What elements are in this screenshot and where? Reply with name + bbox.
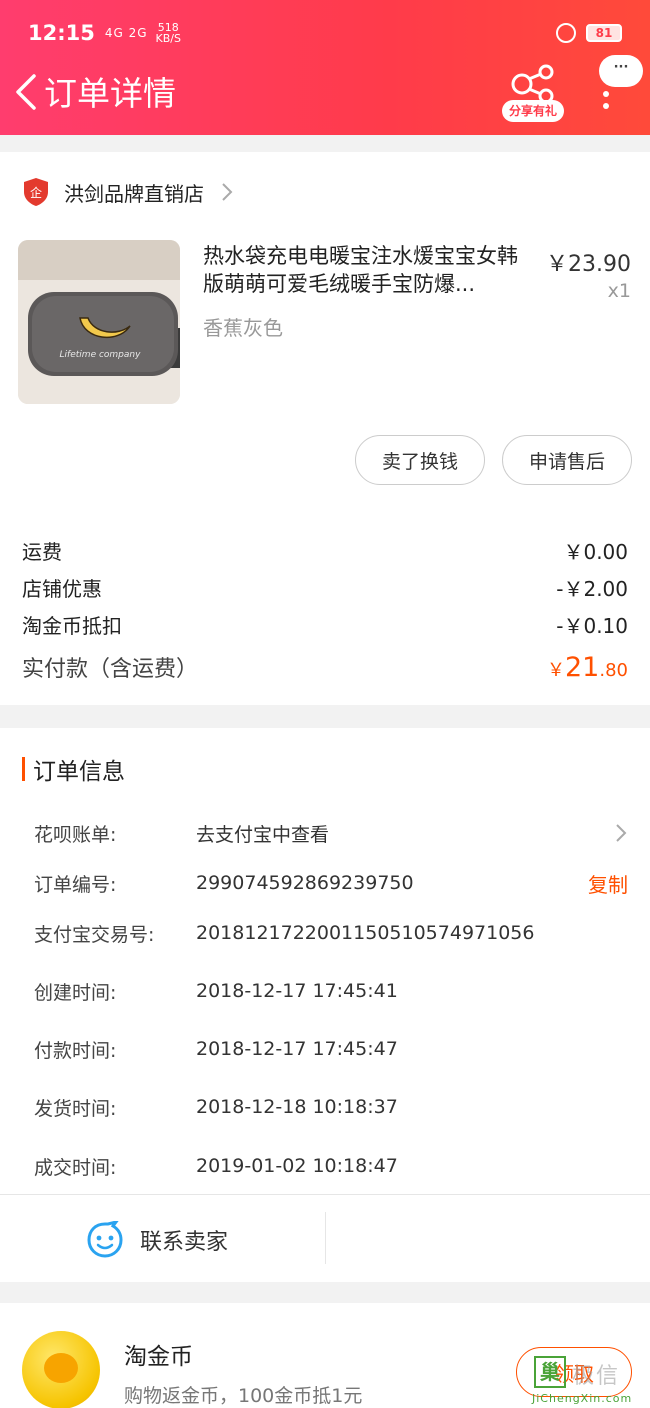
product-variant: 香蕉灰色	[203, 316, 283, 340]
shipping-fee-label: 运费	[22, 539, 62, 564]
share-label: 分享有礼	[502, 100, 564, 122]
chevron-right-icon	[616, 824, 627, 842]
shipping-fee-value: ￥0.00	[563, 539, 628, 564]
network-speed: 518 KB/S	[156, 22, 181, 44]
coin-description: 购物返金币，100金币抵1元	[124, 1385, 363, 1407]
section-accent-bar	[22, 757, 25, 781]
battery-indicator: 81	[586, 24, 622, 42]
signal-indicator: 4G 2G	[104, 26, 148, 40]
huabei-label: 花呗账单:	[34, 823, 117, 846]
after-sale-button[interactable]: 申请售后	[502, 435, 632, 485]
vertical-divider	[325, 1212, 326, 1264]
product-quantity: x1	[607, 280, 631, 302]
shipped-time-value: 2018-12-18 10:18:37	[196, 1096, 398, 1118]
svg-text:企: 企	[30, 185, 42, 200]
order-number-row: 订单编号: 299074592869239750 复制	[34, 868, 628, 898]
contact-seller-label: 联系卖家	[140, 1230, 229, 1255]
hot-water-bag-image: Lifetime company	[18, 240, 180, 404]
chevron-left-icon	[16, 74, 36, 110]
payment-time-label: 付款时间:	[34, 1039, 117, 1062]
app-header: 12:15 4G 2G 518 KB/S 81 订单详情 分享有礼 ···	[0, 0, 650, 135]
status-bar: 12:15 4G 2G 518 KB/S 81	[28, 18, 622, 48]
alipay-number-row: 支付宝交易号: 2018121722001150510574971056	[34, 918, 628, 948]
huabei-row[interactable]: 花呗账单: 去支付宝中查看	[34, 818, 628, 848]
coin-deduct-row: 淘金币抵扣 -￥0.10	[22, 609, 628, 639]
coin-title: 淘金币	[124, 1344, 193, 1370]
order-info-card: 订单信息 花呗账单: 去支付宝中查看 订单编号: 299074592869239…	[0, 728, 650, 1282]
paid-total-row: 实付款（含运费） ￥21.80	[22, 650, 628, 684]
product-price: ￥23.90	[546, 252, 631, 277]
shop-badge-icon: 企	[24, 178, 48, 206]
payment-time-row: 付款时间: 2018-12-17 17:45:47	[34, 1034, 628, 1064]
paid-total-label: 实付款（含运费）	[22, 657, 199, 682]
divider	[0, 1194, 650, 1195]
copy-button[interactable]: 复制	[588, 869, 628, 898]
created-time-label: 创建时间:	[34, 981, 117, 1004]
network-speed-unit: KB/S	[155, 32, 181, 45]
watermark-en-text: JiChengXin.com	[532, 1392, 633, 1405]
product-title[interactable]: 热水袋充电电暖宝注水煖宝宝女韩版萌萌可爱毛绒暖手宝防爆...	[203, 242, 528, 298]
payment-time-value: 2018-12-17 17:45:47	[196, 1038, 398, 1060]
contact-seller-button[interactable]: 联系卖家	[86, 1218, 228, 1262]
watermark-cn-text: 极信	[572, 1364, 621, 1389]
site-watermark: 巢 极信 JiChengXin.com	[532, 1352, 650, 1408]
shipping-fee-row: 运费 ￥0.00	[22, 535, 628, 565]
gold-coin-icon	[22, 1331, 100, 1408]
paid-currency: ￥	[547, 659, 565, 681]
shop-link[interactable]: 企 洪剑品牌直销店	[22, 176, 234, 208]
shop-discount-row: 店铺优惠 -￥2.00	[22, 572, 628, 602]
status-right: 81	[556, 23, 622, 43]
share-icon	[511, 64, 554, 104]
order-product-card: 企 洪剑品牌直销店 Lifetime company 热水袋充电电暖宝注水煖宝宝…	[0, 152, 650, 705]
coin-deduct-label: 淘金币抵扣	[22, 613, 122, 638]
huabei-value: 去支付宝中查看	[196, 823, 330, 846]
shop-discount-value: -￥2.00	[556, 576, 628, 601]
coin-deduct-value: -￥0.10	[556, 613, 628, 638]
paid-decimal: .80	[599, 659, 628, 681]
alarm-icon	[556, 23, 576, 43]
back-button[interactable]	[12, 72, 42, 112]
svg-text:Lifetime company: Lifetime company	[60, 350, 142, 360]
chat-face-icon	[87, 1221, 123, 1258]
chevron-right-icon	[222, 183, 233, 201]
alipay-number-label: 支付宝交易号:	[34, 923, 155, 946]
completed-time-value: 2019-01-02 10:18:47	[196, 1155, 398, 1177]
alipay-number-value: 2018121722001150510574971056	[196, 922, 535, 944]
message-bubble-button[interactable]: ···	[599, 55, 643, 87]
watermark-logo: 巢	[534, 1356, 566, 1388]
product-image[interactable]: Lifetime company	[18, 240, 180, 404]
shipped-time-row: 发货时间: 2018-12-18 10:18:37	[34, 1092, 628, 1122]
shop-discount-label: 店铺优惠	[22, 576, 102, 601]
order-info-header: 订单信息	[22, 752, 125, 786]
paid-total-amount: ￥21.80	[547, 652, 628, 683]
shop-name: 洪剑品牌直销店	[64, 181, 204, 206]
paid-integer: 21	[565, 651, 600, 683]
completed-time-label: 成交时间:	[34, 1156, 117, 1179]
completed-time-row: 成交时间: 2019-01-02 10:18:47	[34, 1151, 628, 1181]
created-time-row: 创建时间: 2018-12-17 17:45:41	[34, 976, 628, 1006]
order-number-label: 订单编号:	[34, 873, 117, 896]
created-time-value: 2018-12-17 17:45:41	[196, 980, 398, 1002]
status-time: 12:15	[28, 21, 95, 45]
sell-for-cash-button[interactable]: 卖了换钱	[355, 435, 485, 485]
shipped-time-label: 发货时间:	[34, 1097, 117, 1120]
page-title: 订单详情	[44, 74, 176, 113]
share-button[interactable]: 分享有礼	[500, 62, 566, 124]
section-title: 订单信息	[33, 759, 125, 785]
coin-face	[44, 1353, 78, 1383]
order-number-value: 299074592869239750	[196, 872, 414, 894]
